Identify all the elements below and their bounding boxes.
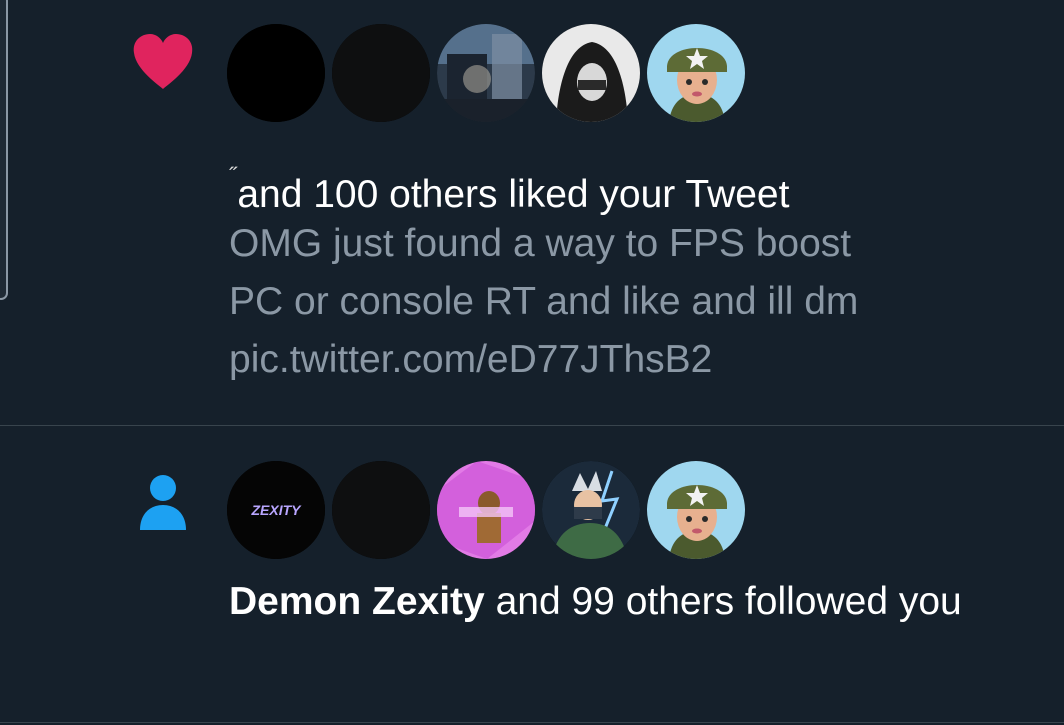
- avatar[interactable]: ZEXITY: [227, 461, 325, 559]
- avatar[interactable]: [332, 461, 430, 559]
- like-headline: ˝and 100 others liked your Tweet: [229, 147, 1024, 224]
- avatar[interactable]: [542, 461, 640, 559]
- avatar[interactable]: [437, 461, 535, 559]
- follow-notification[interactable]: ZEXITY Demon Zexity and 99 others follow…: [0, 427, 1064, 723]
- avatar-logo-text: ZEXITY: [250, 502, 302, 518]
- avatar[interactable]: [437, 24, 535, 122]
- avatar[interactable]: [542, 24, 640, 122]
- like-notification[interactable]: ˝and 100 others liked your Tweet OMG jus…: [0, 0, 1064, 426]
- tweet-preview[interactable]: OMG just found a way to FPS boost PC or …: [229, 215, 1019, 389]
- avatar[interactable]: [647, 461, 745, 559]
- name-fragment: ˝: [229, 163, 237, 188]
- tweet-line: PC or console RT and like and ill dm: [229, 280, 859, 323]
- heart-icon: [133, 34, 193, 89]
- follow-headline: Demon Zexity and 99 others followed you: [229, 573, 989, 631]
- avatar[interactable]: [647, 24, 745, 122]
- tweet-line: OMG just found a way to FPS boost: [229, 222, 852, 265]
- tweet-link[interactable]: pic.twitter.com/eD77JThsB2: [229, 331, 1019, 389]
- liker-avatars: [227, 24, 745, 122]
- follower-name[interactable]: Demon Zexity: [229, 580, 485, 623]
- avatar[interactable]: [332, 24, 430, 122]
- follower-avatars: ZEXITY: [227, 461, 745, 559]
- avatar[interactable]: [227, 24, 325, 122]
- notifications-screen: ˝and 100 others liked your Tweet OMG jus…: [0, 0, 1064, 725]
- person-icon: [140, 475, 186, 530]
- headline-text: and 99 others followed you: [484, 580, 962, 623]
- headline-text: and 100 others liked your Tweet: [237, 173, 790, 216]
